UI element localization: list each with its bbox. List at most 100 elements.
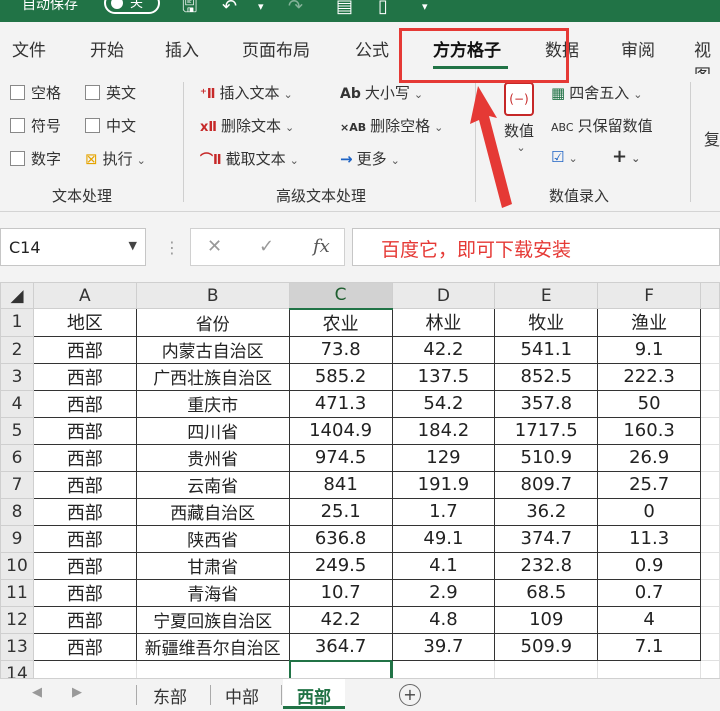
extract-text-button[interactable]: ⌒Ⅱ 截取文本 ⌄: [200, 148, 299, 169]
case-button[interactable]: Ab 大小写 ⌄: [340, 82, 423, 103]
execute-button[interactable]: ⊠ 执行 ⌄: [85, 148, 146, 169]
table-cell[interactable]: [700, 524, 720, 553]
table-cell[interactable]: [700, 308, 720, 337]
table-cell[interactable]: 陕西省: [135, 524, 290, 553]
table-cell[interactable]: [700, 497, 720, 526]
table-cell[interactable]: 4: [597, 605, 702, 634]
table-cell[interactable]: 农业: [288, 308, 393, 337]
table-cell[interactable]: 974.5: [288, 443, 393, 472]
col-header[interactable]: E: [494, 282, 599, 309]
sheet-tab-west[interactable]: 西部: [283, 679, 345, 709]
row-header[interactable]: 9: [0, 524, 34, 553]
row-header[interactable]: 7: [0, 470, 34, 499]
col-header[interactable]: B: [135, 282, 290, 309]
table-cell[interactable]: [597, 659, 702, 678]
table-cell[interactable]: 509.9: [494, 632, 599, 661]
table-cell[interactable]: 9.1: [597, 335, 702, 364]
table-cell[interactable]: 西部: [32, 578, 137, 607]
table-cell[interactable]: [700, 632, 720, 661]
table-cell[interactable]: 510.9: [494, 443, 599, 472]
table-cell[interactable]: 184.2: [391, 416, 496, 445]
checkbox-number[interactable]: 数字: [10, 148, 61, 169]
table-cell[interactable]: 852.5: [494, 362, 599, 391]
table-cell[interactable]: 西部: [32, 416, 137, 445]
table-cell[interactable]: 50: [597, 389, 702, 418]
table-cell[interactable]: 73.8: [288, 335, 393, 364]
table-cell[interactable]: 地区: [32, 308, 137, 337]
customize-toolbar-icon[interactable]: ▾: [422, 0, 428, 18]
table-cell[interactable]: 54.2: [391, 389, 496, 418]
tab-formulas[interactable]: 公式: [355, 36, 389, 61]
partial-button-label[interactable]: 复: [704, 126, 720, 150]
table-cell[interactable]: 西部: [32, 389, 137, 418]
table-cell[interactable]: [135, 659, 290, 678]
table-cell[interactable]: 牧业: [494, 308, 599, 337]
row-header[interactable]: 4: [0, 389, 34, 418]
table-cell[interactable]: 160.3: [597, 416, 702, 445]
table-cell[interactable]: 西部: [32, 497, 137, 526]
new-file-icon[interactable]: ▯: [378, 0, 388, 18]
add-sheet-icon[interactable]: +: [399, 684, 421, 706]
table-cell[interactable]: 青海省: [135, 578, 290, 607]
table-cell[interactable]: 林业: [391, 308, 496, 337]
table-cell[interactable]: 191.9: [391, 470, 496, 499]
table-cell[interactable]: 25.1: [288, 497, 393, 526]
table-cell[interactable]: 129: [391, 443, 496, 472]
row-header[interactable]: 1: [0, 308, 34, 337]
table-cell[interactable]: 10.7: [288, 578, 393, 607]
table-cell[interactable]: 西部: [32, 632, 137, 661]
table-cell[interactable]: 26.9: [597, 443, 702, 472]
cancel-icon[interactable]: ✕: [207, 236, 222, 257]
row-header[interactable]: 11: [0, 578, 34, 607]
table-cell[interactable]: 0.7: [597, 578, 702, 607]
table-cell[interactable]: [700, 389, 720, 418]
table-cell[interactable]: 西部: [32, 443, 137, 472]
sheet-tab-east[interactable]: 东部: [153, 679, 187, 709]
col-header[interactable]: [700, 282, 720, 309]
print-preview-icon[interactable]: ▤: [336, 0, 353, 18]
select-all-corner[interactable]: ◢: [0, 282, 34, 309]
row-header[interactable]: 13: [0, 632, 34, 661]
table-cell[interactable]: 贵州省: [135, 443, 290, 472]
table-cell[interactable]: 42.2: [391, 335, 496, 364]
table-cell[interactable]: 四川省: [135, 416, 290, 445]
table-cell[interactable]: [700, 605, 720, 634]
table-cell[interactable]: 137.5: [391, 362, 496, 391]
table-cell[interactable]: 232.8: [494, 551, 599, 580]
name-box[interactable]: C14 ▼: [0, 228, 146, 266]
add-button[interactable]: + ⌄: [612, 146, 640, 167]
more-button[interactable]: → 更多 ⌄: [340, 148, 400, 169]
row-header[interactable]: 5: [0, 416, 34, 445]
row-header[interactable]: 10: [0, 551, 34, 580]
table-cell[interactable]: 4.1: [391, 551, 496, 580]
table-cell[interactable]: 广西壮族自治区: [135, 362, 290, 391]
tab-home[interactable]: 开始: [90, 36, 124, 61]
row-header[interactable]: 12: [0, 605, 34, 634]
table-cell[interactable]: 42.2: [288, 605, 393, 634]
chevron-down-icon[interactable]: ▼: [129, 239, 137, 252]
row-header[interactable]: 8: [0, 497, 34, 526]
table-cell[interactable]: 宁夏回族自治区: [135, 605, 290, 634]
table-cell[interactable]: 云南省: [135, 470, 290, 499]
table-cell[interactable]: 西藏自治区: [135, 497, 290, 526]
table-cell[interactable]: [700, 470, 720, 499]
table-cell[interactable]: 471.3: [288, 389, 393, 418]
table-cell[interactable]: 541.1: [494, 335, 599, 364]
table-cell[interactable]: 68.5: [494, 578, 599, 607]
row-header[interactable]: 14: [0, 659, 34, 678]
tab-page-layout[interactable]: 页面布局: [242, 36, 310, 61]
formula-input[interactable]: 百度它，即可下载安装: [352, 228, 720, 266]
table-cell[interactable]: [700, 551, 720, 580]
table-cell[interactable]: 渔业: [597, 308, 702, 337]
table-cell[interactable]: [700, 362, 720, 391]
table-cell[interactable]: 585.2: [288, 362, 393, 391]
table-cell[interactable]: 省份: [135, 308, 290, 337]
table-cell[interactable]: 西部: [32, 335, 137, 364]
table-cell[interactable]: 374.7: [494, 524, 599, 553]
table-cell[interactable]: 1.7: [391, 497, 496, 526]
table-cell[interactable]: 西部: [32, 470, 137, 499]
table-cell[interactable]: 重庆市: [135, 389, 290, 418]
table-cell[interactable]: 1404.9: [288, 416, 393, 445]
table-cell[interactable]: 西部: [32, 524, 137, 553]
active-cell[interactable]: [288, 659, 393, 678]
